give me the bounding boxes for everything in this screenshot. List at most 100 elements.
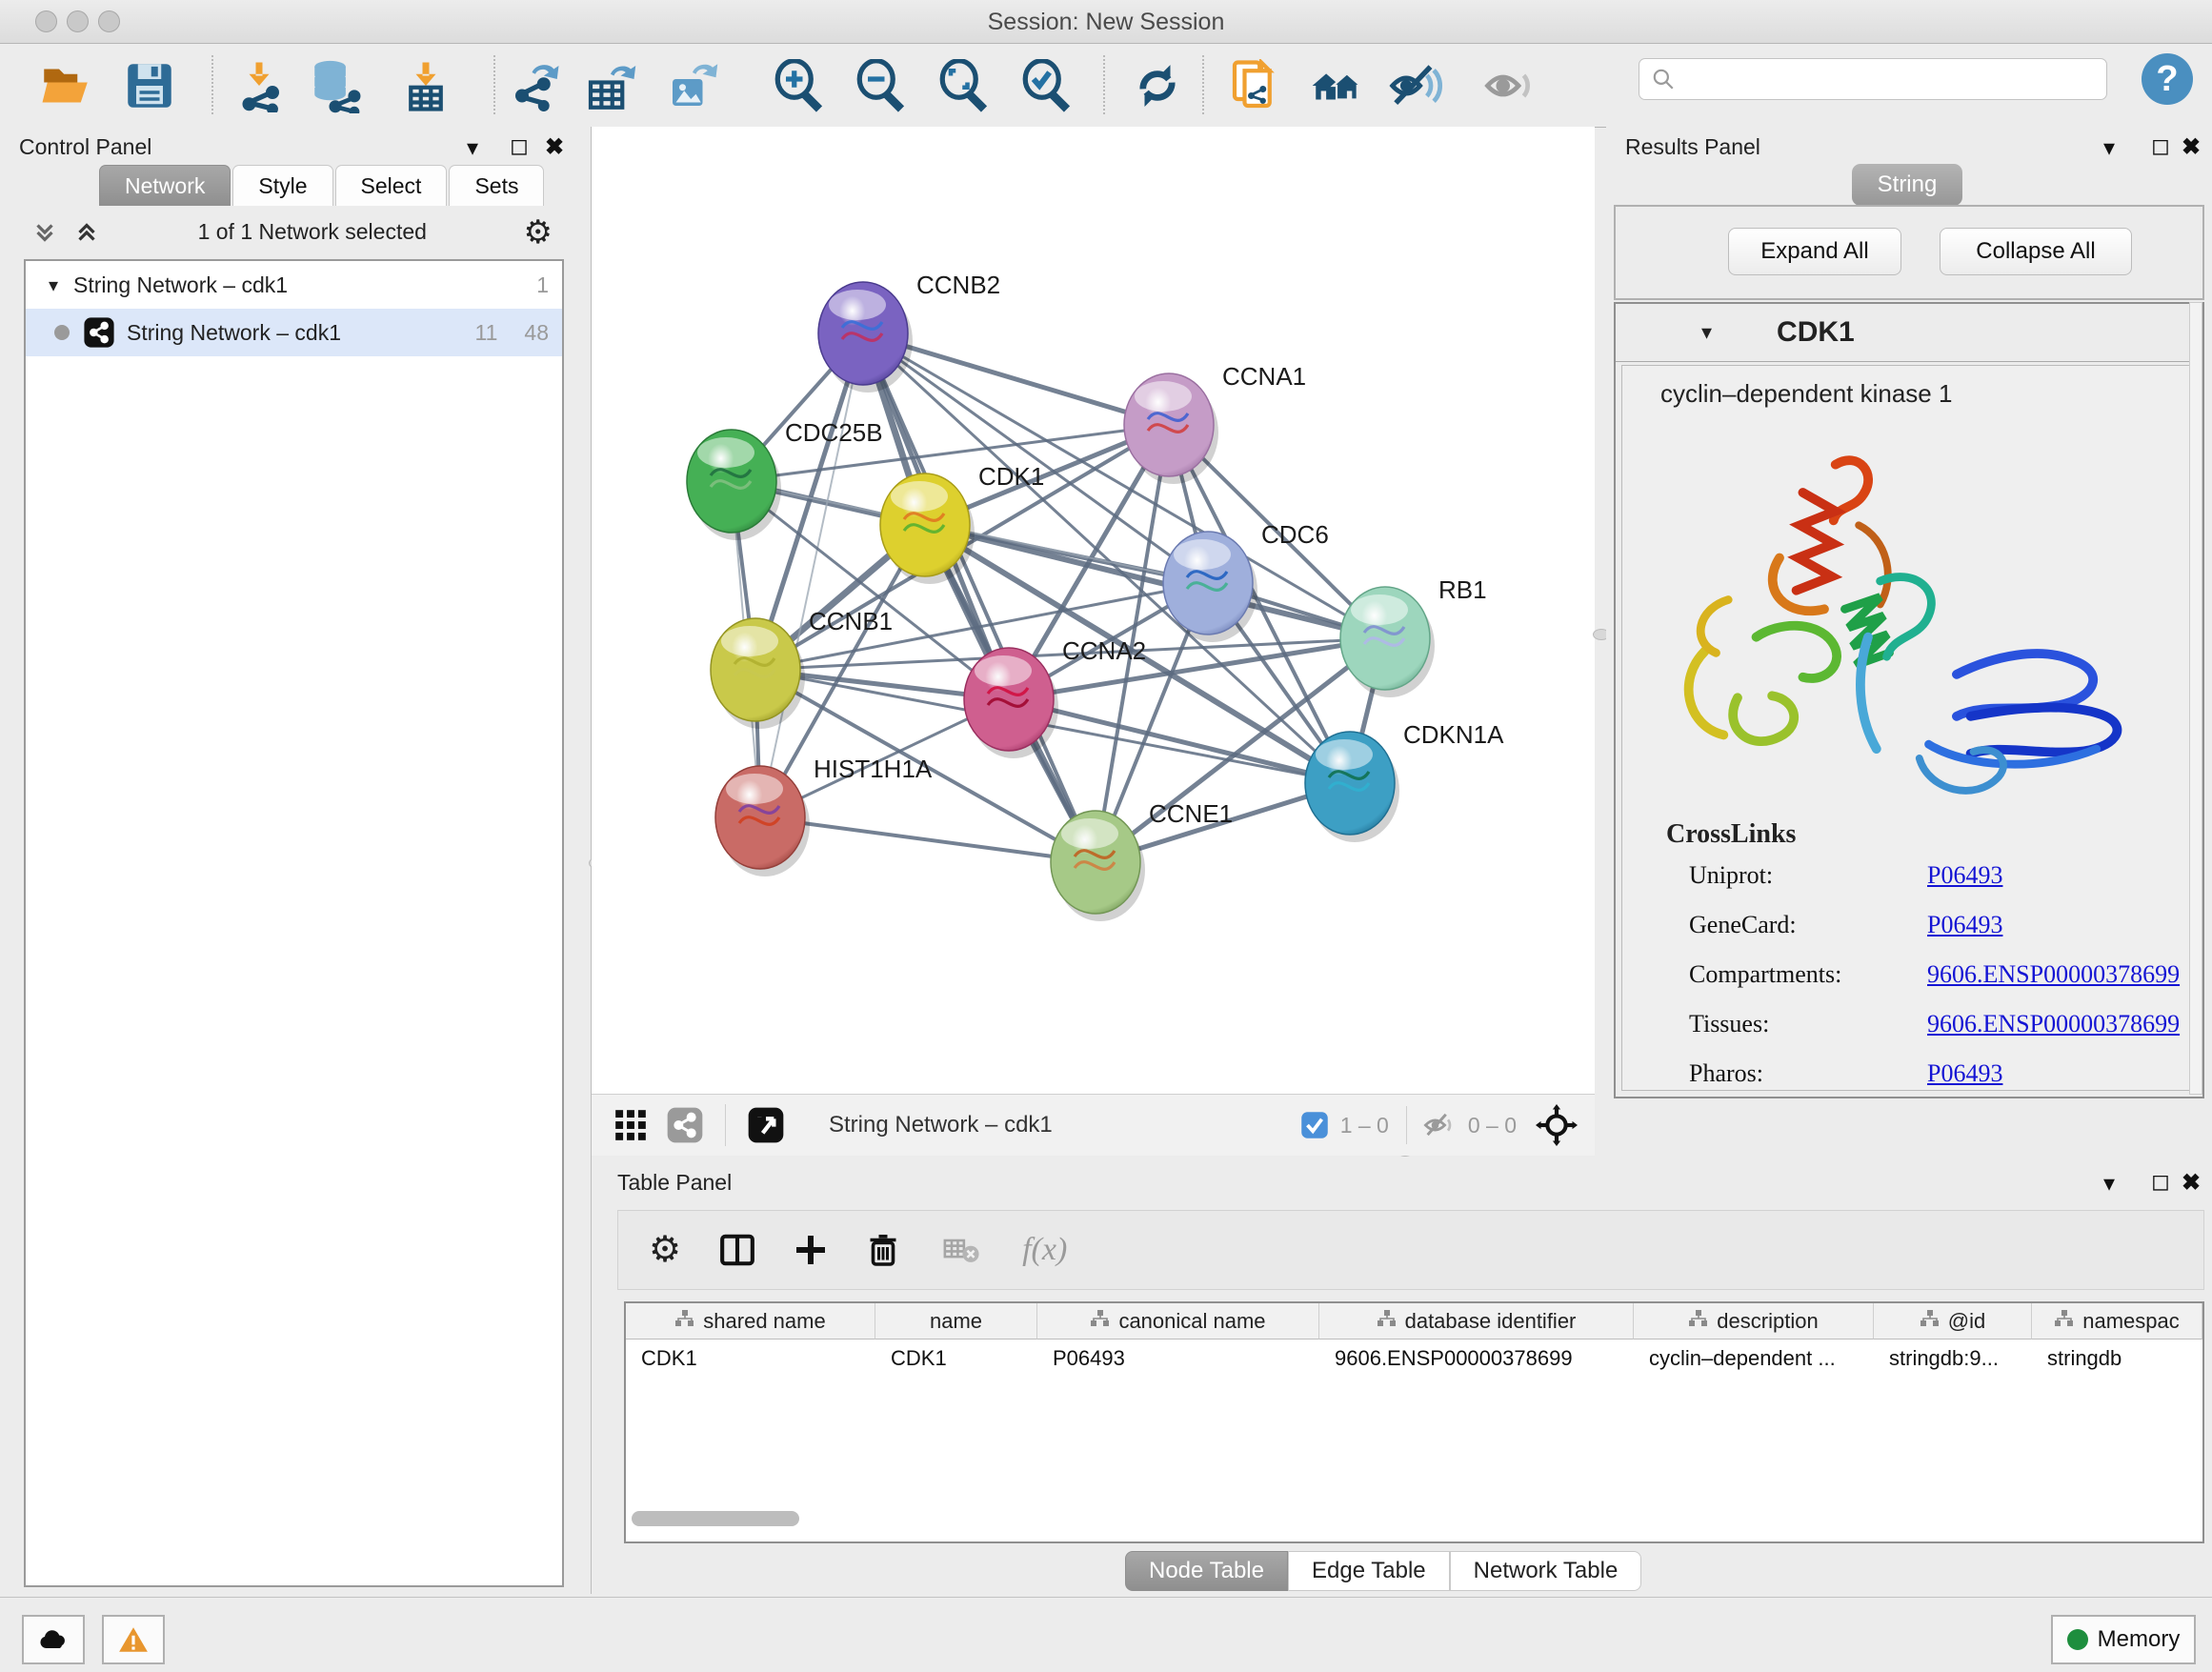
table-cell[interactable]: CDK1 [626, 1340, 875, 1378]
memory-button[interactable]: Memory [2051, 1615, 2196, 1664]
expand-all-button[interactable]: Expand All [1728, 228, 1901, 275]
delete-column-icon[interactable] [866, 1233, 900, 1267]
zoom-in-icon[interactable] [772, 58, 827, 113]
collapse-all-icon[interactable] [30, 218, 59, 247]
selected-checkbox-icon[interactable] [1300, 1111, 1329, 1139]
grid-view-icon[interactable] [613, 1107, 649, 1143]
import-table-icon[interactable] [398, 58, 453, 113]
zoom-selected-icon[interactable] [1019, 58, 1075, 113]
column-header-database-identifier[interactable]: database identifier [1319, 1303, 1634, 1340]
node-label-CCNB2: CCNB2 [916, 271, 1000, 299]
search-input[interactable] [1676, 66, 2080, 92]
results-panel-menu-icon[interactable]: ▾ [2103, 134, 2115, 162]
control-panel-close-icon[interactable]: ✖ [545, 133, 564, 161]
network-options-gear-icon[interactable]: ⚙ [524, 216, 553, 249]
open-view-icon[interactable] [747, 1106, 785, 1144]
fit-content-crosshair-icon[interactable] [1536, 1104, 1578, 1146]
column-header-namespac[interactable]: namespac [2032, 1303, 2202, 1340]
results-scrollbar[interactable] [2189, 302, 2202, 1095]
crosslink-link[interactable]: 9606.ENSP00000378699 [1927, 960, 2180, 989]
help-icon[interactable]: ? [2142, 53, 2193, 105]
column-header-description[interactable]: description [1634, 1303, 1874, 1340]
crosslink-link[interactable]: P06493 [1927, 1059, 2002, 1088]
results-panel-close-icon[interactable]: ✖ [2182, 133, 2201, 161]
delete-table-icon[interactable] [942, 1231, 980, 1269]
gene-card-header[interactable]: ▾ CDK1 [1616, 304, 2202, 362]
table-panel-close-icon[interactable]: ✖ [2182, 1169, 2201, 1197]
hide-selected-icon[interactable] [1389, 58, 1444, 113]
show-all-icon[interactable] [1482, 58, 1538, 113]
table-cell[interactable]: cyclin–dependent ... [1634, 1340, 1874, 1378]
table-cell[interactable]: P06493 [1037, 1340, 1319, 1378]
tab-node-table[interactable]: Node Table [1125, 1551, 1288, 1591]
network-list-icon[interactable] [666, 1106, 704, 1144]
column-hierarchy-icon [674, 1309, 695, 1334]
table-hscrollbar[interactable] [632, 1511, 799, 1526]
gene-card: ▾ CDK1 cyclin–dependent kinase 1 CrossLi… [1614, 302, 2204, 1098]
table-panel-float-icon[interactable]: ◻ [2151, 1168, 2170, 1196]
network-node-HIST1H1A[interactable]: HIST1H1A [715, 755, 933, 876]
tab-select[interactable]: Select [335, 165, 448, 206]
import-network-database-icon[interactable] [308, 58, 363, 113]
collapse-all-button[interactable]: Collapse All [1940, 228, 2132, 275]
zoom-out-icon[interactable] [854, 58, 909, 113]
network-node-CCNA1[interactable]: CCNA1 [1124, 362, 1306, 484]
first-neighbors-icon[interactable] [1309, 58, 1364, 113]
tab-style[interactable]: Style [232, 165, 332, 206]
table-panel-menu-icon[interactable]: ▾ [2103, 1170, 2115, 1198]
zoom-fit-icon[interactable] [936, 58, 992, 113]
control-panel-menu-icon[interactable]: ▾ [467, 134, 478, 162]
table-cell[interactable]: stringdb:9... [1874, 1340, 2032, 1378]
add-column-icon[interactable] [794, 1233, 828, 1267]
column-header-name[interactable]: name [875, 1303, 1037, 1340]
crosslink-label: Tissues: [1689, 1010, 1927, 1038]
warnings-button[interactable] [102, 1615, 165, 1664]
tab-network[interactable]: Network [99, 165, 231, 206]
network-node-CDC6[interactable]: CDC6 [1163, 520, 1329, 642]
export-network-icon[interactable] [508, 58, 563, 113]
copy-network-icon[interactable] [1227, 58, 1282, 113]
network-node-CDK1[interactable]: CDK1 [880, 462, 1044, 584]
table-settings-gear-icon[interactable]: ⚙ [649, 1232, 681, 1268]
network-collection-row[interactable]: ▾ String Network – cdk1 1 [26, 261, 562, 309]
column-header-canonical-name[interactable]: canonical name [1037, 1303, 1319, 1340]
gene-expander-icon[interactable]: ▾ [1701, 320, 1712, 345]
column-header-shared-name[interactable]: shared name [626, 1303, 875, 1340]
table-cell[interactable]: 9606.ENSP00000378699 [1319, 1340, 1634, 1378]
results-panel-float-icon[interactable]: ◻ [2151, 132, 2170, 160]
refresh-icon[interactable] [1130, 58, 1185, 113]
column-header--id[interactable]: @id [1874, 1303, 2032, 1340]
crosslink-link[interactable]: P06493 [1927, 861, 2002, 890]
table-cell[interactable]: CDK1 [875, 1340, 1037, 1378]
tab-edge-table[interactable]: Edge Table [1288, 1551, 1450, 1591]
cloud-button[interactable] [22, 1615, 85, 1664]
cloud-icon [36, 1625, 70, 1654]
export-image-icon[interactable] [665, 58, 720, 113]
crosslink-link[interactable]: P06493 [1927, 911, 2002, 939]
function-builder-icon[interactable]: f(x) [1022, 1232, 1067, 1268]
collection-expander-icon[interactable]: ▾ [49, 273, 58, 297]
title-bar: Session: New Session [0, 0, 2212, 44]
tab-sets[interactable]: Sets [449, 165, 544, 206]
export-table-icon[interactable] [583, 58, 638, 113]
hidden-eye-icon[interactable] [1422, 1108, 1457, 1142]
control-panel-float-icon[interactable]: ◻ [510, 132, 529, 160]
node-label-CCNB1: CCNB1 [809, 607, 893, 635]
network-node-CCNB2[interactable]: CCNB2 [818, 271, 1000, 393]
crosslink-label: Uniprot: [1689, 861, 1927, 890]
open-session-icon[interactable] [38, 58, 93, 113]
crosslink-link[interactable]: 9606.ENSP00000378699 [1927, 1010, 2180, 1038]
network-node-CCNE1[interactable]: CCNE1 [1051, 799, 1233, 921]
network-row[interactable]: String Network – cdk1 11 48 [26, 309, 562, 356]
tab-network-table[interactable]: Network Table [1450, 1551, 1642, 1591]
network-node-CDKN1A[interactable]: CDKN1A [1305, 720, 1504, 842]
crosslinks-list: Uniprot:P06493GeneCard:P06493Compartment… [1689, 861, 2184, 1109]
table-cell[interactable]: stringdb [2032, 1340, 2202, 1378]
import-network-file-icon[interactable] [231, 58, 287, 113]
save-session-icon[interactable] [122, 58, 177, 113]
show-columns-icon[interactable] [719, 1232, 755, 1268]
tab-string[interactable]: String [1852, 164, 1962, 206]
network-view-canvas[interactable]: CCNB2CCNA1CDC25BCDK1CDC6RB1CCNB1CCNA2CDK… [592, 127, 1595, 1094]
network-node-RB1[interactable]: RB1 [1340, 575, 1487, 697]
expand-all-icon[interactable] [72, 218, 101, 247]
